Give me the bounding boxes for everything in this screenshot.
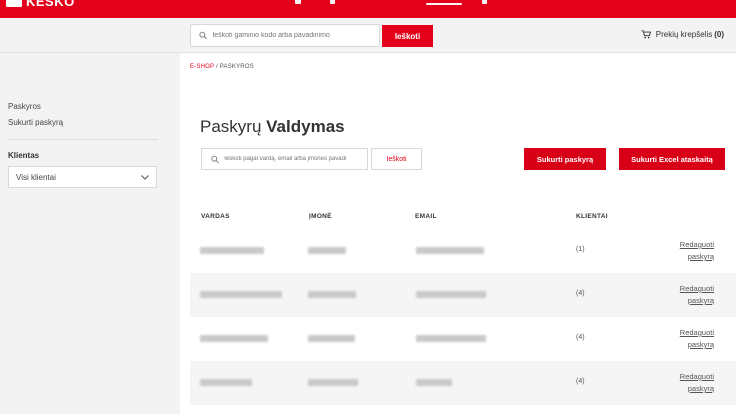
account-search-box[interactable] bbox=[201, 148, 368, 170]
table-row: (4) Redaguoti paskyrą bbox=[190, 273, 736, 317]
table-row: (1) Redaguoti paskyrą bbox=[190, 229, 736, 273]
chevron-down-icon bbox=[141, 174, 149, 180]
logo-text: KESKO bbox=[26, 0, 75, 9]
top-nav-link[interactable] bbox=[482, 0, 487, 4]
redacted-company bbox=[308, 379, 358, 386]
clients-count: (4) bbox=[576, 290, 585, 297]
create-account-button[interactable]: Sukurti paskyrą bbox=[524, 148, 606, 170]
client-select-value: Visi klientai bbox=[16, 172, 56, 182]
redacted-company bbox=[308, 335, 355, 342]
breadcrumb-eshop[interactable]: E-SHOP bbox=[190, 64, 214, 70]
client-select[interactable]: Visi klientai bbox=[8, 166, 157, 188]
redacted-company bbox=[308, 291, 356, 298]
product-search-input[interactable] bbox=[212, 32, 379, 39]
breadcrumb-separator: / bbox=[215, 64, 218, 70]
clients-count: (4) bbox=[576, 378, 585, 385]
product-search-box[interactable] bbox=[190, 24, 380, 47]
cart-link[interactable]: Prekių krepšelis (0) bbox=[641, 30, 724, 39]
redacted-name bbox=[200, 247, 264, 254]
edit-account-link[interactable]: Redaguoti paskyrą bbox=[654, 371, 714, 395]
redacted-company bbox=[308, 247, 346, 254]
table-row: (4) Redaguoti paskyrą bbox=[190, 317, 736, 361]
cart-count: (0) bbox=[714, 30, 724, 39]
page-title-light: Paskyrų bbox=[200, 117, 262, 136]
search-icon bbox=[211, 155, 219, 163]
redacted-name bbox=[200, 379, 252, 386]
breadcrumb: E-SHOP / PASKYROS bbox=[190, 64, 254, 70]
column-header-clients: KLIENTAI bbox=[576, 213, 608, 220]
logo-mark bbox=[6, 0, 22, 7]
redacted-email bbox=[416, 335, 486, 342]
edit-account-link[interactable]: Redaguoti paskyrą bbox=[654, 327, 714, 351]
client-filter-label: Klientas bbox=[8, 151, 40, 160]
top-nav-link[interactable] bbox=[295, 0, 301, 4]
top-nav-link[interactable] bbox=[426, 3, 462, 5]
create-excel-report-button[interactable]: Sukurti Excel ataskaitą bbox=[619, 148, 725, 170]
account-search-button[interactable]: Ieškoti bbox=[371, 148, 422, 170]
edit-account-link[interactable]: Redaguoti paskyrą bbox=[654, 239, 714, 263]
page-title-bold: Valdymas bbox=[266, 117, 345, 136]
clients-count: (1) bbox=[576, 246, 585, 253]
clients-count: (4) bbox=[576, 334, 585, 341]
product-search-button[interactable]: Ieškoti bbox=[382, 25, 433, 47]
redacted-email bbox=[416, 291, 486, 298]
sidebar: Paskyros Sukurti paskyrą Klientas Visi k… bbox=[0, 53, 180, 414]
column-header-email: EMAIL bbox=[415, 213, 437, 220]
edit-account-link[interactable]: Redaguoti paskyrą bbox=[654, 283, 714, 307]
sidebar-item-create-account[interactable]: Sukurti paskyrą bbox=[8, 118, 63, 127]
redacted-email bbox=[416, 247, 484, 254]
column-header-company: ĮMONĖ bbox=[309, 213, 332, 220]
top-nav-bar: KESKO bbox=[0, 0, 736, 18]
cart-label: Prekių krepšelis bbox=[655, 30, 713, 39]
account-search-input[interactable] bbox=[224, 156, 367, 162]
sidebar-divider bbox=[8, 139, 158, 140]
search-icon bbox=[199, 31, 207, 40]
logo[interactable]: KESKO bbox=[6, 0, 75, 9]
sidebar-item-accounts[interactable]: Paskyros bbox=[8, 102, 41, 111]
redacted-name bbox=[200, 291, 282, 298]
column-header-name: VARDAS bbox=[201, 213, 230, 220]
page-title: Paskyrų Valdymas bbox=[200, 117, 345, 137]
main-content: E-SHOP / PASKYROS Paskyrų Valdymas Ieško… bbox=[180, 53, 736, 414]
redacted-name bbox=[200, 335, 268, 342]
top-nav-link[interactable] bbox=[330, 0, 335, 4]
redacted-email bbox=[416, 379, 452, 386]
search-header: Ieškoti Prekių krepšelis (0) bbox=[0, 18, 736, 53]
breadcrumb-current: PASKYROS bbox=[219, 64, 254, 70]
cart-icon bbox=[641, 30, 651, 39]
table-row: (4) Redaguoti paskyrą bbox=[190, 361, 736, 405]
